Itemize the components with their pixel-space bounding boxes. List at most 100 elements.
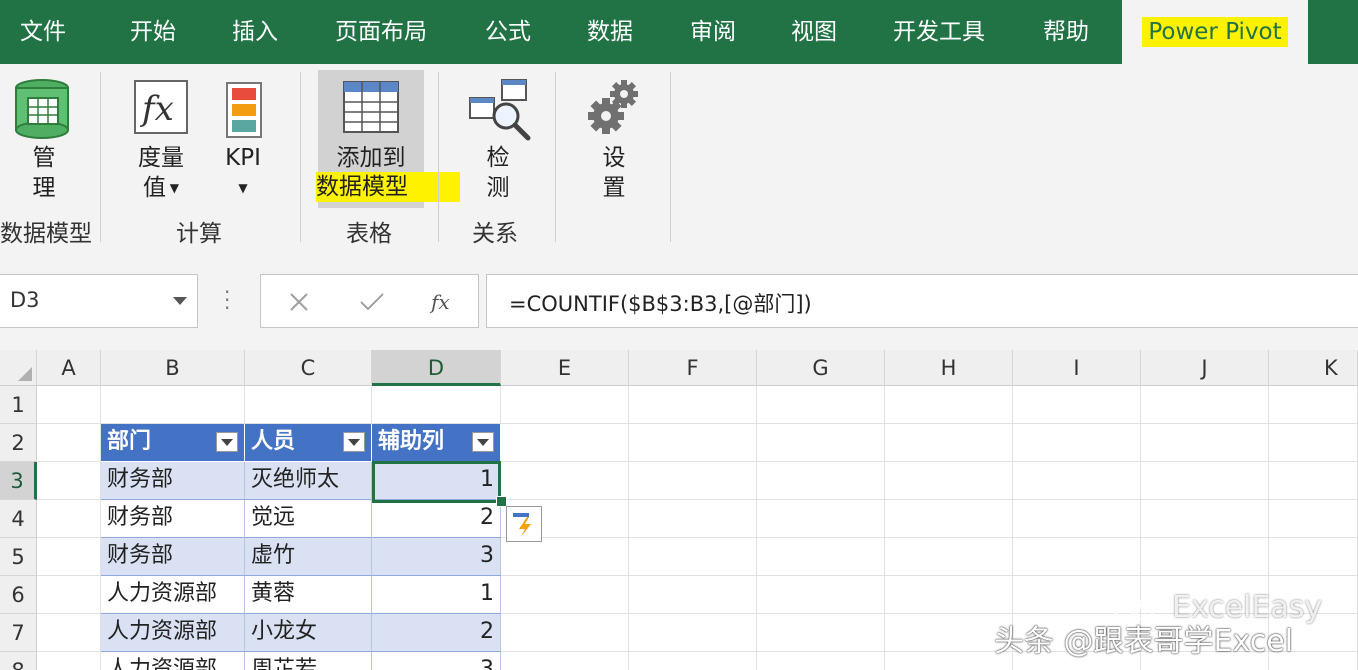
table-cell[interactable]: 财务部: [101, 462, 245, 500]
empty-cell[interactable]: [37, 652, 101, 670]
empty-cell[interactable]: [757, 614, 885, 652]
empty-cell[interactable]: [501, 614, 629, 652]
empty-cell[interactable]: [629, 386, 757, 424]
column-header-c[interactable]: C: [245, 350, 372, 386]
table-cell[interactable]: 3: [372, 652, 501, 670]
table-cell[interactable]: 人力资源部: [101, 614, 245, 652]
filter-dropdown-button[interactable]: [343, 432, 365, 452]
detect-relationships-button[interactable]: 检 测: [458, 72, 538, 212]
table-cell[interactable]: 黄蓉: [245, 576, 372, 614]
empty-cell[interactable]: [1013, 500, 1141, 538]
table-cell[interactable]: 人力资源部: [101, 576, 245, 614]
cancel-icon[interactable]: [289, 292, 309, 312]
empty-cell[interactable]: [501, 538, 629, 576]
empty-cell[interactable]: [629, 462, 757, 500]
empty-cell[interactable]: [501, 424, 629, 462]
empty-cell[interactable]: [757, 652, 885, 670]
table-header-helper-column[interactable]: 辅助列: [372, 424, 501, 462]
empty-cell[interactable]: [245, 386, 372, 424]
empty-cell[interactable]: [37, 576, 101, 614]
tab-view[interactable]: 视图: [791, 0, 837, 64]
empty-cell[interactable]: [37, 424, 101, 462]
insert-function-fx-icon[interactable]: fx: [429, 287, 459, 317]
empty-cell[interactable]: [885, 576, 1013, 614]
empty-cell[interactable]: [1013, 538, 1141, 576]
empty-cell[interactable]: [1141, 386, 1269, 424]
row-header-6[interactable]: 6: [0, 576, 37, 614]
table-header-department[interactable]: 部门: [101, 424, 245, 462]
autofill-options-button[interactable]: [506, 506, 542, 542]
row-header-2[interactable]: 2: [0, 424, 37, 462]
row-header-5[interactable]: 5: [0, 538, 37, 576]
empty-cell[interactable]: [1141, 462, 1269, 500]
table-cell-active[interactable]: 1: [372, 462, 501, 500]
empty-cell[interactable]: [501, 462, 629, 500]
empty-cell[interactable]: [1013, 424, 1141, 462]
chevron-down-icon[interactable]: [173, 297, 187, 305]
empty-cell[interactable]: [501, 576, 629, 614]
table-header-person[interactable]: 人员: [245, 424, 372, 462]
column-header-h[interactable]: H: [885, 350, 1013, 386]
column-header-k[interactable]: K: [1269, 350, 1358, 386]
empty-cell[interactable]: [501, 386, 629, 424]
empty-cell[interactable]: [1141, 424, 1269, 462]
tab-developer[interactable]: 开发工具: [893, 0, 985, 64]
row-header-1[interactable]: 1: [0, 386, 37, 424]
empty-cell[interactable]: [757, 500, 885, 538]
column-header-g[interactable]: G: [757, 350, 885, 386]
empty-cell[interactable]: [757, 462, 885, 500]
empty-cell[interactable]: [629, 424, 757, 462]
measures-button[interactable]: fx 度量 值 ▼: [120, 72, 202, 212]
tab-data[interactable]: 数据: [587, 0, 633, 64]
empty-cell[interactable]: [1269, 538, 1358, 576]
table-cell[interactable]: 3: [372, 538, 501, 576]
empty-cell[interactable]: [37, 462, 101, 500]
empty-cell[interactable]: [501, 652, 629, 670]
table-cell[interactable]: 财务部: [101, 538, 245, 576]
empty-cell[interactable]: [885, 386, 1013, 424]
formula-input[interactable]: =COUNTIF($B$3:B3,[@部门]): [486, 274, 1358, 328]
tab-help[interactable]: 帮助: [1043, 0, 1089, 64]
empty-cell[interactable]: [1269, 500, 1358, 538]
empty-cell[interactable]: [885, 424, 1013, 462]
select-all-corner[interactable]: [0, 350, 37, 386]
column-header-i[interactable]: I: [1013, 350, 1141, 386]
empty-cell[interactable]: [757, 538, 885, 576]
table-cell[interactable]: 周芷若: [245, 652, 372, 670]
table-cell[interactable]: 财务部: [101, 500, 245, 538]
table-cell[interactable]: 人力资源部: [101, 652, 245, 670]
manage-button[interactable]: 管 理: [0, 72, 88, 212]
empty-cell[interactable]: [885, 538, 1013, 576]
empty-cell[interactable]: [885, 462, 1013, 500]
table-cell[interactable]: 1: [372, 576, 501, 614]
table-cell[interactable]: 觉远: [245, 500, 372, 538]
formula-bar-resize-handle[interactable]: · · ·: [224, 282, 230, 318]
kpi-button[interactable]: KPI ▼: [212, 72, 274, 212]
empty-cell[interactable]: [757, 386, 885, 424]
tab-power-pivot[interactable]: Power Pivot: [1122, 0, 1308, 64]
column-header-j[interactable]: J: [1141, 350, 1269, 386]
tab-formulas[interactable]: 公式: [485, 0, 531, 64]
table-cell[interactable]: 2: [372, 614, 501, 652]
empty-cell[interactable]: [1269, 386, 1358, 424]
empty-cell[interactable]: [885, 500, 1013, 538]
tab-home[interactable]: 开始: [130, 0, 176, 64]
empty-cell[interactable]: [101, 386, 245, 424]
tab-file[interactable]: 文件: [20, 0, 66, 64]
name-box[interactable]: D3: [0, 274, 198, 328]
row-header-7[interactable]: 7: [0, 614, 37, 652]
row-header-8[interactable]: 8: [0, 652, 37, 670]
empty-cell[interactable]: [757, 424, 885, 462]
column-header-e[interactable]: E: [501, 350, 629, 386]
tab-page-layout[interactable]: 页面布局: [335, 0, 427, 64]
empty-cell[interactable]: [37, 538, 101, 576]
column-header-a[interactable]: A: [37, 350, 101, 386]
filter-dropdown-button[interactable]: [216, 432, 238, 452]
table-cell[interactable]: 小龙女: [245, 614, 372, 652]
tab-insert[interactable]: 插入: [232, 0, 278, 64]
empty-cell[interactable]: [37, 500, 101, 538]
table-cell[interactable]: 灭绝师太: [245, 462, 372, 500]
empty-cell[interactable]: [372, 386, 501, 424]
empty-cell[interactable]: [1141, 538, 1269, 576]
tab-review[interactable]: 审阅: [690, 0, 736, 64]
